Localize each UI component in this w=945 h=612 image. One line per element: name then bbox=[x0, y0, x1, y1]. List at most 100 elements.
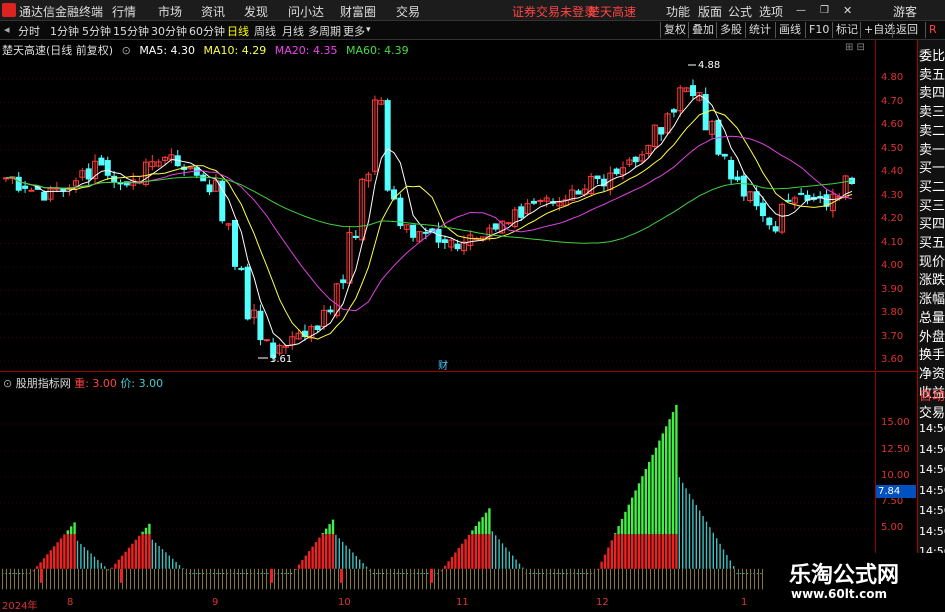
sidebar-item[interactable]: 14:56 bbox=[919, 422, 945, 435]
sidebar-item[interactable]: 买三 bbox=[919, 195, 945, 214]
tab-5min[interactable]: 5分钟 bbox=[82, 23, 111, 39]
sidebar-item[interactable]: 卖三 bbox=[919, 101, 945, 120]
price-tick: 4.70 bbox=[881, 95, 904, 107]
menu-gongneng[interactable]: 功能 bbox=[666, 3, 690, 20]
indicator-red-bar bbox=[658, 534, 661, 569]
menu-jiaoyi[interactable]: 交易 bbox=[396, 3, 420, 20]
indicator-base-bar bbox=[566, 568, 567, 590]
indicator-base-bar bbox=[562, 568, 563, 590]
candle-body bbox=[441, 239, 448, 244]
sidebar-item[interactable]: 卖一 bbox=[919, 139, 945, 158]
sidebar-item[interactable]: 买一 bbox=[919, 157, 945, 176]
candle-body bbox=[22, 185, 29, 189]
menu-faxian[interactable]: 发现 bbox=[244, 3, 268, 20]
btn-fuquan[interactable]: 复权 bbox=[660, 22, 689, 38]
more-dropdown-icon[interactable]: ▾ bbox=[366, 25, 371, 35]
indicator-cyan-bar bbox=[586, 573, 589, 575]
price-tick: 4.60 bbox=[881, 119, 904, 130]
menu-hangqing[interactable]: 行情 bbox=[112, 3, 136, 20]
btn-tongji[interactable]: 统计 bbox=[745, 22, 774, 38]
indicator-base-bar bbox=[386, 568, 387, 590]
tab-15min[interactable]: 15分钟 bbox=[113, 23, 149, 39]
indicator-base-bar bbox=[90, 568, 91, 590]
sidebar-item[interactable]: 涨幅 bbox=[919, 288, 945, 307]
sidebar-item[interactable]: 14:56 bbox=[919, 525, 945, 538]
sidebar-item[interactable]: 卖五 bbox=[919, 64, 945, 83]
tab-multi[interactable]: 多周期 bbox=[308, 23, 341, 39]
tab-daily[interactable]: 日线 bbox=[227, 23, 249, 39]
menu-gongshi[interactable]: 公式 bbox=[728, 3, 752, 20]
price-tick: 3.80 bbox=[881, 307, 904, 318]
indicator-base-bar bbox=[146, 568, 147, 590]
sidebar-item[interactable]: 卖二 bbox=[919, 120, 945, 139]
sidebar-item[interactable]: 买五 bbox=[919, 232, 945, 251]
menu-wenxiaoda[interactable]: 问小达 bbox=[288, 3, 324, 20]
sidebar-item[interactable]: 14:56 bbox=[919, 463, 945, 476]
candle-body bbox=[537, 200, 544, 203]
restore-icon[interactable]: ❐ bbox=[820, 5, 829, 16]
indicator-base-bar bbox=[606, 568, 607, 590]
tab-weekly[interactable]: 周线 bbox=[254, 23, 276, 39]
candle-body bbox=[505, 222, 512, 225]
menu-zixun[interactable]: 资讯 bbox=[201, 3, 225, 20]
candle-body bbox=[41, 191, 48, 201]
sidebar-item[interactable]: 买二 bbox=[919, 176, 945, 195]
sidebar-item[interactable]: 现价 bbox=[919, 251, 945, 270]
price-tick: 4.00 bbox=[881, 260, 904, 271]
sidebar-item[interactable]: 交易 bbox=[919, 402, 945, 421]
tab-30min[interactable]: 30分钟 bbox=[151, 23, 187, 39]
candle-body bbox=[689, 85, 696, 97]
indicator-base-bar bbox=[650, 568, 651, 590]
btn-huaxian[interactable]: 画线 bbox=[775, 22, 804, 38]
menu-caifuquan[interactable]: 财富圈 bbox=[340, 3, 376, 20]
indicator-green-bar bbox=[141, 531, 144, 535]
sidebar-item[interactable]: 14:56 bbox=[919, 443, 945, 456]
btn-f10[interactable]: F10 bbox=[805, 22, 832, 38]
tab-monthly[interactable]: 月线 bbox=[282, 23, 304, 39]
tab-more[interactable]: 更多 bbox=[343, 23, 365, 39]
sidebar-item[interactable]: 外盘 bbox=[919, 326, 945, 345]
tab-collapse-icon[interactable]: ◂ bbox=[4, 23, 10, 36]
sidebar-item[interactable]: 卖四 bbox=[919, 82, 945, 101]
login-notice[interactable]: 证券交易未登录 bbox=[512, 3, 596, 20]
sidebar-item[interactable]: 换手 bbox=[919, 344, 945, 363]
menu-xuanxiang[interactable]: 选项 bbox=[759, 3, 783, 20]
menu-shichang[interactable]: 市场 bbox=[158, 3, 182, 20]
indicator-green-bar bbox=[488, 508, 491, 535]
indicator-cyan-bar bbox=[216, 573, 218, 575]
sidebar-item[interactable]: 总量 bbox=[919, 307, 945, 326]
sidebar-item[interactable]: 买四 bbox=[919, 213, 945, 232]
indicator-red-bar bbox=[600, 561, 603, 569]
guest-label[interactable]: 游客 bbox=[893, 3, 917, 20]
tab-fenshi[interactable]: 分时 bbox=[18, 23, 40, 39]
price-chart[interactable]: 4.883.61财 bbox=[0, 56, 875, 372]
indicator-cyan-bar bbox=[19, 573, 21, 575]
tab-1min[interactable]: 1分钟 bbox=[50, 23, 79, 39]
indicator-green-bar bbox=[624, 511, 627, 535]
menu-banmian[interactable]: 版面 bbox=[698, 3, 722, 20]
stock-name-red[interactable]: 楚天高速 bbox=[588, 3, 636, 20]
sidebar-item[interactable]: 涨跌 bbox=[919, 269, 945, 288]
indicator-green-bar bbox=[70, 526, 73, 535]
btn-r[interactable]: R bbox=[925, 22, 940, 38]
sidebar-item[interactable]: 净资 bbox=[919, 363, 945, 382]
indicator-chart[interactable] bbox=[0, 388, 875, 597]
indicator-base-bar bbox=[454, 568, 455, 590]
sidebar-item[interactable]: 委比 bbox=[919, 45, 945, 64]
indicator-cyan-bar bbox=[685, 488, 687, 569]
indicator-red-bar bbox=[620, 534, 624, 569]
price-tick: 3.60 bbox=[881, 354, 904, 365]
panel-expand-icon[interactable]: ⊞ ⊟ bbox=[845, 42, 865, 53]
close-icon[interactable]: ✕ bbox=[843, 4, 852, 17]
btn-biaoji[interactable]: 标记 bbox=[832, 22, 861, 38]
indicator-red-bar bbox=[328, 534, 331, 569]
price-tick: 4.50 bbox=[881, 142, 904, 154]
btn-fanhui[interactable]: 返回 bbox=[892, 22, 921, 38]
tab-60min[interactable]: 60分钟 bbox=[189, 23, 225, 39]
sidebar-item[interactable]: 14:56 bbox=[919, 504, 945, 517]
minimize-icon[interactable]: — bbox=[796, 5, 806, 16]
btn-diejia[interactable]: 叠加 bbox=[688, 22, 717, 38]
sidebar-item[interactable]: 14:56 bbox=[919, 484, 945, 497]
btn-duogu[interactable]: 多股 bbox=[716, 22, 745, 38]
indicator-cyan-bar bbox=[195, 573, 198, 575]
